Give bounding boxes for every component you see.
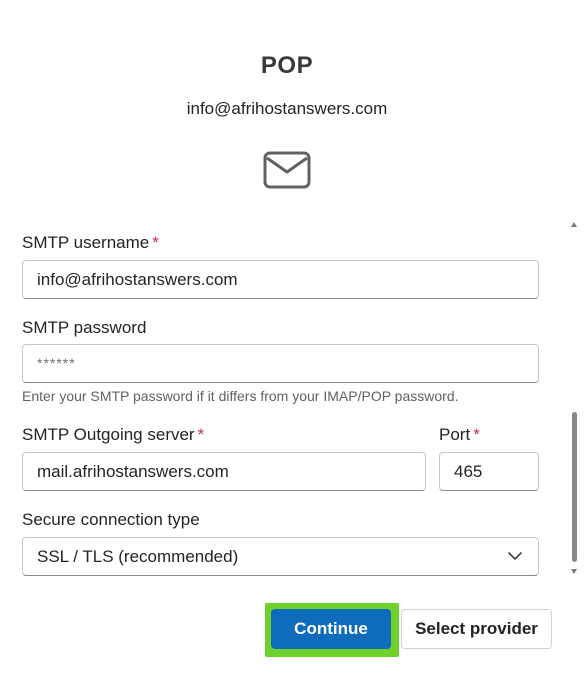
chevron-down-icon: [508, 552, 522, 560]
continue-button[interactable]: Continue: [271, 609, 391, 649]
smtp-server-label-text: SMTP Outgoing server: [22, 425, 195, 444]
port-label: Port *: [439, 425, 480, 445]
port-label-text: Port: [439, 425, 471, 444]
required-mark: *: [197, 425, 205, 444]
smtp-password-label: SMTP password: [22, 318, 147, 337]
required-mark: *: [152, 233, 159, 252]
secure-connection-label: Secure connection type: [22, 510, 200, 529]
secure-connection-select[interactable]: SSL / TLS (recommended): [22, 537, 539, 576]
scroll-down-arrow-icon[interactable]: [571, 569, 577, 574]
smtp-username-input[interactable]: info@afrihostanswers.com: [22, 260, 539, 299]
scrollbar-thumb[interactable]: [572, 412, 577, 562]
smtp-password-hint: Enter your SMTP password if it differs f…: [22, 388, 459, 404]
smtp-server-input[interactable]: mail.afrihostanswers.com: [22, 452, 426, 491]
port-input[interactable]: 465: [439, 452, 539, 491]
pop-settings-page: POP info@afrihostanswers.com SMTP userna…: [0, 0, 584, 680]
smtp-server-label: SMTP Outgoing server *: [22, 425, 204, 445]
account-email: info@afrihostanswers.com: [186, 99, 388, 118]
scroll-up-arrow-icon[interactable]: [571, 222, 577, 227]
continue-highlight: Continue: [265, 603, 399, 657]
page-title: POP: [260, 52, 314, 79]
select-provider-button[interactable]: Select provider: [401, 609, 552, 649]
smtp-username-label: SMTP username *: [22, 233, 159, 253]
secure-connection-value: SSL / TLS (recommended): [37, 547, 239, 566]
mail-icon: [263, 151, 311, 189]
smtp-password-input[interactable]: ******: [22, 344, 539, 383]
smtp-username-label-text: SMTP username: [22, 233, 150, 252]
required-mark: *: [473, 425, 480, 444]
